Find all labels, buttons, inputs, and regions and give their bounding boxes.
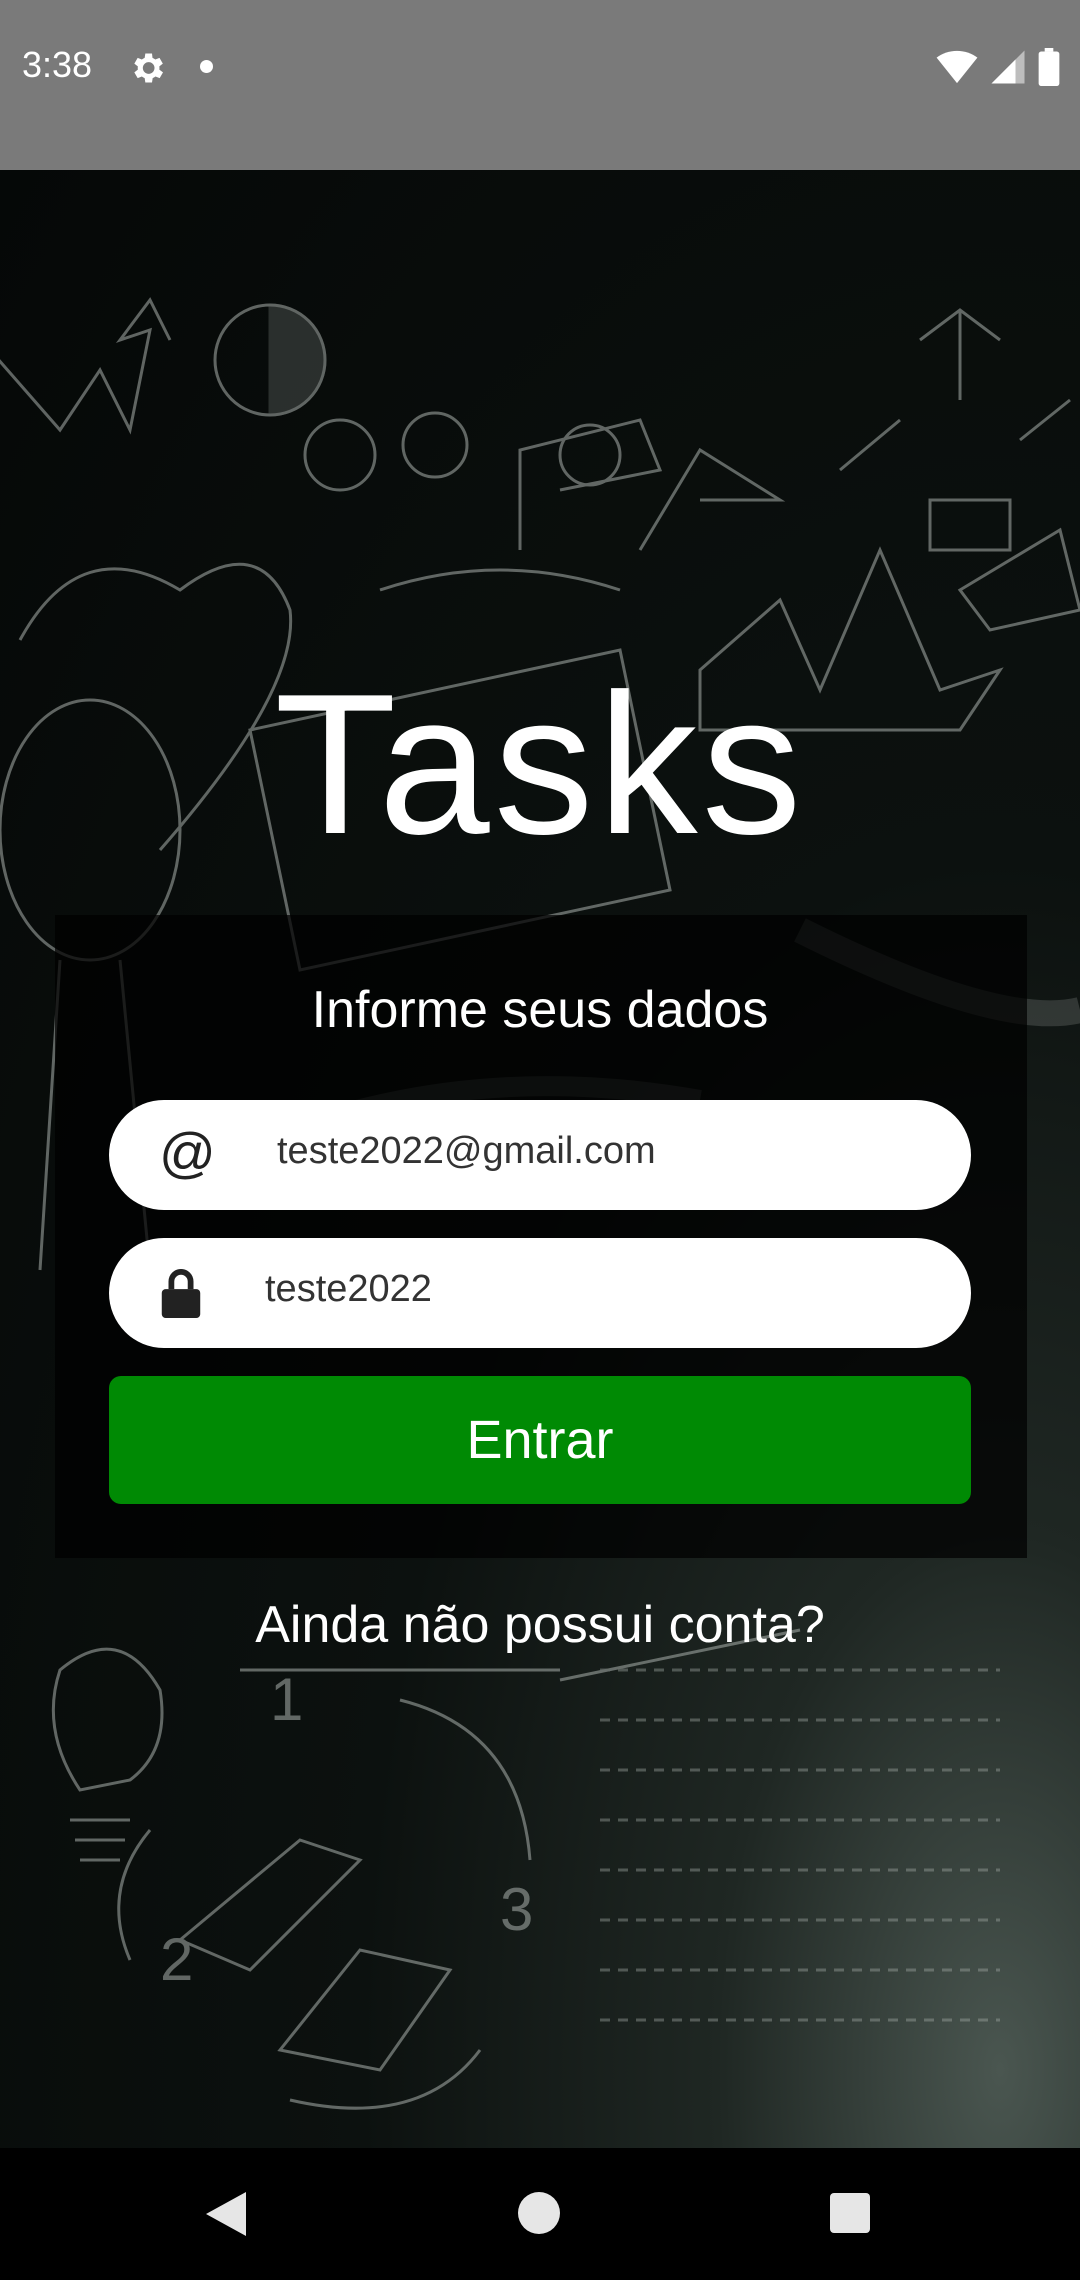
cell-signal-icon <box>991 50 1025 84</box>
password-field[interactable]: teste2022 <box>109 1238 971 1348</box>
navigation-bar <box>0 2148 1080 2280</box>
svg-text:3: 3 <box>500 1876 533 1943</box>
lock-icon <box>161 1268 201 1318</box>
login-screen: 3:38 1 2 3 Tasks Informe seus dados @ te… <box>0 0 1080 2280</box>
svg-text:1: 1 <box>270 1666 303 1733</box>
form-subtitle: Informe seus dados <box>311 981 769 1039</box>
svg-text:2: 2 <box>160 1926 193 1993</box>
password-input[interactable]: teste2022 <box>265 1268 432 1311</box>
notification-dot-icon <box>200 60 213 73</box>
home-icon[interactable] <box>518 2192 560 2234</box>
email-field[interactable]: @ teste2022@gmail.com <box>109 1100 971 1210</box>
status-icons <box>936 44 1060 90</box>
recents-icon[interactable] <box>830 2193 870 2233</box>
status-time: 3:38 <box>22 44 93 85</box>
back-icon[interactable] <box>202 2188 250 2240</box>
battery-icon <box>1038 48 1060 86</box>
wifi-icon <box>936 50 978 84</box>
settings-gear-icon <box>134 53 163 83</box>
email-input[interactable]: teste2022@gmail.com <box>277 1130 656 1173</box>
status-bar: 3:38 <box>0 0 1080 170</box>
app-title: Tasks <box>274 653 806 876</box>
at-sign-icon: @ <box>159 1121 216 1184</box>
login-button[interactable]: Entrar <box>109 1376 971 1504</box>
signup-link[interactable]: Ainda não possui conta? <box>0 1595 1080 1655</box>
